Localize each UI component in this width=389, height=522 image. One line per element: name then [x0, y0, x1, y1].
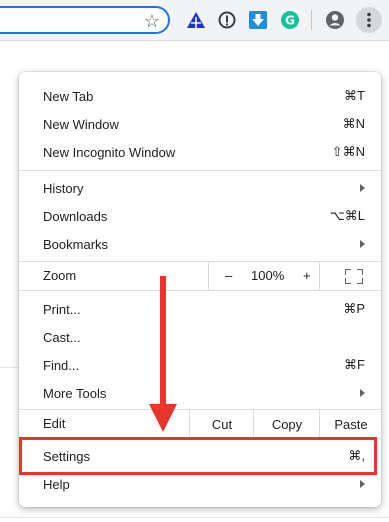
menu-item-more-tools[interactable]: More Tools	[19, 379, 381, 407]
menu-item-label: Bookmarks	[43, 236, 109, 252]
menu-item-label: New Tab	[43, 88, 94, 104]
menu-item-shortcut: ⇧⌘N	[331, 144, 365, 159]
menu-item-label: History	[43, 180, 84, 196]
menu-item-label: New Window	[43, 116, 119, 132]
annotation-arrow-shaft	[160, 276, 166, 404]
menu-item-label: New Incognito Window	[43, 144, 176, 160]
cut-button[interactable]: Cut	[189, 410, 254, 438]
menu-item-bookmarks[interactable]: Bookmarks	[19, 230, 381, 258]
submenu-arrow-icon	[360, 184, 365, 192]
download-extension-icon[interactable]	[247, 9, 269, 31]
menu-item-downloads[interactable]: Downloads ⌥⌘L	[19, 202, 381, 230]
browser-toolbar: ☆ G	[0, 0, 389, 41]
annotation-arrow-head	[149, 404, 177, 432]
triangle-extension-icon[interactable]	[185, 9, 207, 31]
copy-button[interactable]: Copy	[253, 410, 320, 438]
zoom-row: Zoom – 100% +	[19, 262, 381, 290]
submenu-arrow-icon	[360, 240, 365, 248]
menu-item-shortcut: ⌘N	[342, 116, 365, 131]
menu-item-label: Help	[43, 476, 70, 492]
menu-item-new-tab[interactable]: New Tab ⌘T	[19, 82, 381, 110]
menu-item-find[interactable]: Find... ⌘F	[19, 351, 381, 379]
grammarly-icon[interactable]: G	[279, 9, 301, 31]
menu-item-new-incognito-window[interactable]: New Incognito Window ⇧⌘N	[19, 138, 381, 166]
menu-item-shortcut: ⌘T	[344, 88, 365, 103]
edit-label: Edit	[43, 416, 66, 431]
submenu-arrow-icon	[360, 480, 365, 488]
paste-button[interactable]: Paste	[319, 410, 382, 438]
menu-item-print[interactable]: Print... ⌘P	[19, 295, 381, 323]
menu-item-label: Cast...	[43, 329, 81, 345]
info-extension-icon[interactable]	[216, 9, 238, 31]
menu-item-label: Find...	[43, 357, 80, 373]
fullscreen-icon[interactable]	[319, 262, 382, 290]
zoom-out-button[interactable]: –	[225, 268, 232, 283]
settings-highlight-box	[19, 437, 377, 475]
menu-item-history[interactable]: History	[19, 174, 381, 202]
page-divider	[0, 367, 19, 368]
menu-divider	[19, 290, 381, 291]
profile-icon[interactable]	[324, 9, 346, 31]
menu-item-shortcut: ⌥⌘L	[329, 208, 365, 223]
menu-divider	[19, 170, 381, 171]
menu-item-label: Downloads	[43, 208, 108, 224]
menu-item-shortcut: ⌘F	[344, 357, 365, 372]
zoom-in-button[interactable]: +	[303, 268, 311, 283]
star-icon[interactable]: ☆	[144, 11, 160, 31]
address-bar[interactable]: ☆	[0, 6, 170, 34]
zoom-controls: – 100% +	[208, 262, 319, 290]
zoom-level: 100%	[251, 268, 285, 283]
menu-item-new-window[interactable]: New Window ⌘N	[19, 110, 381, 138]
zoom-label: Zoom	[43, 268, 77, 283]
menu-item-label: More Tools	[43, 385, 107, 401]
menu-item-label: Print...	[43, 301, 81, 317]
menu-item-shortcut: ⌘P	[343, 301, 365, 316]
svg-text:G: G	[285, 14, 295, 28]
page-divider	[0, 517, 389, 518]
edit-row: Edit Cut Copy Paste	[19, 410, 381, 438]
submenu-arrow-icon	[360, 389, 365, 397]
menu-item-cast[interactable]: Cast...	[19, 323, 381, 351]
kebab-menu-icon[interactable]	[356, 7, 382, 33]
toolbar-separator	[311, 10, 312, 30]
